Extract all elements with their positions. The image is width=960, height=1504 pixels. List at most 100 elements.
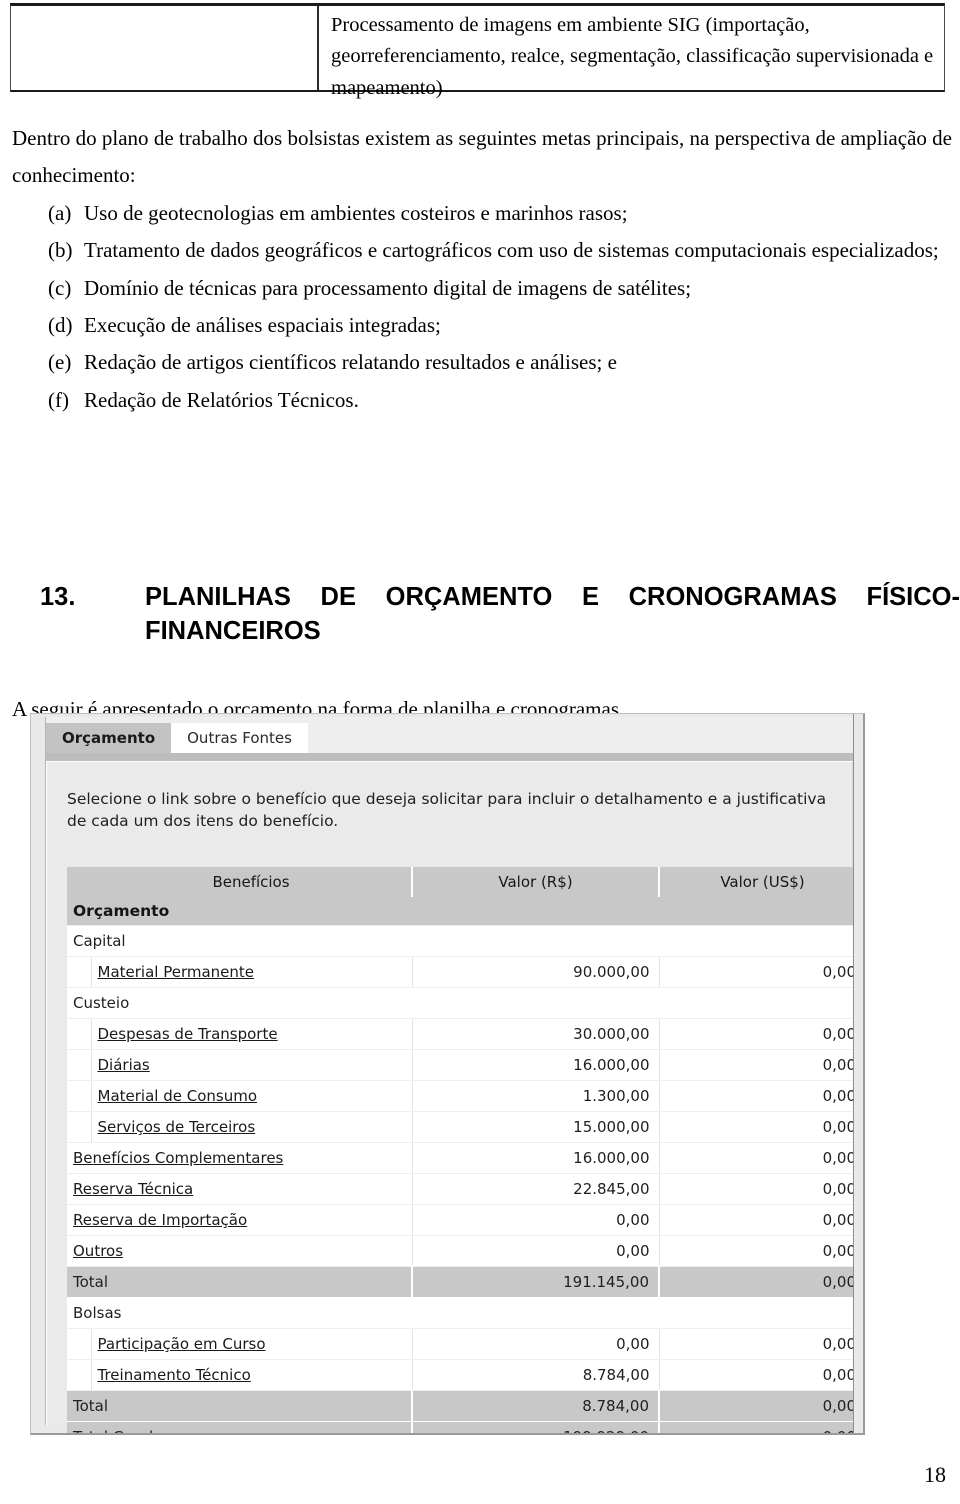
budget-total-usd: 0,00 [659, 1390, 863, 1422]
budget-item-link[interactable]: Reserva Técnica [73, 1180, 193, 1198]
budget-indent-cell [67, 1049, 92, 1081]
budget-item-row: Diárias 16.000,00 0,00 [67, 1049, 863, 1081]
budget-cell-brl: 16.000,00 [412, 1142, 660, 1174]
budget-total-usd: 0,00 [659, 1421, 863, 1433]
budget-cell-usd: 0,00 [659, 1049, 863, 1081]
budget-item-link[interactable]: Despesas de Transporte [98, 1025, 278, 1043]
goal-item-d: (d) Execução de análises espaciais integ… [12, 307, 952, 344]
tabbar-filler [307, 723, 853, 753]
budget-item-link[interactable]: Material Permanente [98, 963, 255, 981]
budget-cell-brl: 0,00 [412, 1328, 660, 1360]
goals-list: (a) Uso de geotecnologias em ambientes c… [12, 195, 952, 419]
budget-cell-usd: 0,00 [659, 1142, 863, 1174]
budget-item-label[interactable]: Diárias [91, 1049, 413, 1081]
tab-orcamento[interactable]: Orçamento [46, 723, 172, 753]
app-right-gutter [853, 714, 863, 1433]
budget-total-label: Total [67, 1390, 413, 1422]
budget-item-row: Despesas de Transporte 30.000,00 0,00 [67, 1018, 863, 1050]
budget-cell-usd: 0,00 [659, 1018, 863, 1050]
budget-cell-usd: 0,00 [659, 1173, 863, 1205]
continued-table-text: Processamento de imagens em ambiente SIG… [331, 14, 934, 99]
budget-total-label: Total [67, 1266, 413, 1298]
budget-item-row: Reserva Técnica 22.845,00 0,00 [67, 1173, 863, 1205]
goal-marker: (d) [48, 312, 73, 337]
budget-item-link[interactable]: Material de Consumo [98, 1087, 258, 1105]
app-panel: Selecione o link sobre o benefício que d… [46, 762, 863, 1433]
budget-band-row: Orçamento [67, 896, 863, 926]
budget-item-link[interactable]: Diárias [98, 1056, 150, 1074]
budget-item-label[interactable]: Despesas de Transporte [91, 1018, 413, 1050]
budget-item-link[interactable]: Benefícios Complementares [73, 1149, 283, 1167]
goal-text: Tratamento de dados geográficos e cartog… [84, 238, 939, 263]
goal-marker: (a) [48, 200, 72, 225]
budget-indent-cell [67, 1359, 92, 1391]
budget-item-label[interactable]: Reserva de Importação [67, 1204, 413, 1236]
budget-table-body: Capital Material Permanente 90.000,00 0,00 C… [67, 925, 863, 1433]
budget-total-usd: 0,00 [659, 1266, 863, 1298]
budget-item-label[interactable]: Benefícios Complementares [67, 1142, 413, 1174]
tab-outras-fontes[interactable]: Outras Fontes [171, 723, 308, 753]
budget-item-label[interactable]: Material Permanente [91, 956, 413, 988]
budget-item-label[interactable]: Participação em Curso [91, 1328, 413, 1360]
column-header-indent [67, 866, 91, 897]
budget-item-link[interactable]: Reserva de Importação [73, 1211, 247, 1229]
goal-item-f: (f) Redação de Relatórios Técnicos. [12, 382, 952, 419]
continued-table: Processamento de imagens em ambiente SIG… [10, 3, 945, 99]
goal-text: Uso de geotecnologias em ambientes coste… [84, 200, 628, 225]
budget-item-label[interactable]: Serviços de Terceiros [91, 1111, 413, 1143]
budget-cell-brl [412, 925, 659, 957]
budget-group-label: Bolsas [67, 1297, 412, 1329]
budget-item-link[interactable]: Outros [73, 1242, 123, 1260]
column-header-valor-usd: Valor (US$) [659, 866, 863, 897]
budget-item-link[interactable]: Treinamento Técnico [98, 1366, 251, 1384]
budget-indent-cell [67, 956, 92, 988]
budget-item-label[interactable]: Outros [67, 1235, 413, 1267]
panel-hint-text: Selecione o link sobre o benefício que d… [67, 790, 827, 831]
budget-cell-brl: 16.000,00 [412, 1049, 660, 1081]
goal-item-b: (b) Tratamento de dados geográficos e ca… [12, 232, 952, 269]
budget-cell-usd [659, 987, 863, 1019]
budget-cell-brl: 0,00 [412, 1235, 660, 1267]
document-body: Dentro do plano de trabalho dos bolsista… [12, 120, 952, 419]
budget-group-row: Bolsas [67, 1297, 863, 1329]
budget-item-label[interactable]: Treinamento Técnico [91, 1359, 413, 1391]
column-header-valor-brl: Valor (R$) [412, 866, 660, 897]
budget-cell-usd [659, 925, 863, 957]
tabbar-underline [46, 753, 853, 762]
budget-item-row: Reserva de Importação 0,00 0,00 [67, 1204, 863, 1236]
budget-item-link[interactable]: Participação em Curso [98, 1335, 266, 1353]
goal-marker: (b) [48, 238, 73, 263]
budget-item-label[interactable]: Material de Consumo [91, 1080, 413, 1112]
budget-cell-brl: 90.000,00 [412, 956, 660, 988]
budget-group-row: Capital [67, 925, 863, 957]
budget-indent-cell [67, 1080, 92, 1112]
budget-cell-brl [412, 1297, 659, 1329]
budget-item-link[interactable]: Serviços de Terceiros [98, 1118, 256, 1136]
budget-item-row: Material Permanente 90.000,00 0,00 [67, 956, 863, 988]
embedded-app-screenshot: Orçamento Outras Fontes Selecione o link… [30, 713, 865, 1435]
budget-header-row: Benefícios Valor (R$) Valor (US$) [67, 866, 863, 897]
budget-cell-usd: 0,00 [659, 1111, 863, 1143]
budget-item-label[interactable]: Reserva Técnica [67, 1173, 413, 1205]
budget-item-row: Participação em Curso 0,00 0,00 [67, 1328, 863, 1360]
budget-cell-usd: 0,00 [659, 1328, 863, 1360]
budget-item-row: Treinamento Técnico 8.784,00 0,00 [67, 1359, 863, 1391]
goal-marker: (f) [48, 387, 69, 412]
budget-indent-cell [67, 1111, 92, 1143]
app-window: Orçamento Outras Fontes Selecione o link… [45, 717, 863, 1433]
continued-table-cell-empty [11, 6, 319, 90]
budget-total-row: Total 8.784,00 0,00 [67, 1390, 863, 1422]
budget-item-row: Benefícios Complementares 16.000,00 0,00 [67, 1142, 863, 1174]
goal-item-a: (a) Uso de geotecnologias em ambientes c… [12, 195, 952, 232]
page-number: 18 [924, 1462, 946, 1487]
budget-cell-usd: 0,00 [659, 1080, 863, 1112]
budget-group-label: Capital [67, 925, 412, 957]
budget-total-label: Total Geral [67, 1421, 413, 1433]
budget-total-brl: 199.929,00 [412, 1421, 660, 1433]
goal-marker: (c) [48, 275, 72, 300]
budget-cell-usd: 0,00 [659, 1359, 863, 1391]
goal-item-e: (e) Redação de artigos científicos relat… [12, 344, 952, 381]
budget-total-row: Total 191.145,00 0,00 [67, 1266, 863, 1298]
budget-cell-brl: 8.784,00 [412, 1359, 660, 1391]
budget-cell-usd: 0,00 [659, 956, 863, 988]
